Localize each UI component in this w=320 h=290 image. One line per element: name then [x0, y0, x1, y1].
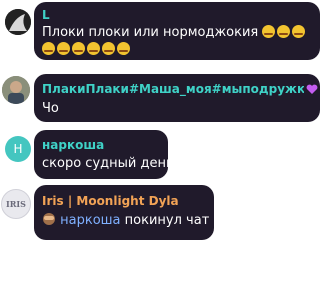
avatar[interactable]: Н	[5, 136, 31, 162]
emoji-icon	[277, 25, 291, 38]
sender-name[interactable]: Iris | Moonlight Dyla	[42, 193, 179, 209]
message-text: скоро судный день	[42, 156, 174, 171]
message-bubble: ПлакиПлаки#Маша_моя#мыподружк... Чо	[34, 74, 320, 122]
message-text: Чо	[42, 101, 59, 116]
avatar[interactable]: IRIS	[1, 189, 31, 219]
avatar-text: IRIS	[6, 199, 26, 209]
emoji-icon	[117, 42, 130, 55]
avatar[interactable]	[2, 76, 30, 104]
avatar-image	[5, 9, 31, 35]
avatar[interactable]	[5, 9, 31, 35]
sender-name[interactable]: ПлакиПлаки#Маша_моя#мыподружк...	[42, 81, 304, 97]
emoji-row	[42, 40, 132, 60]
emoji-icon	[42, 42, 55, 55]
message-text-content: Плоки плоки или нормоджокия	[42, 25, 259, 40]
emoji-icon	[57, 42, 70, 55]
emoji-icon	[87, 42, 100, 55]
message-text: наркоша покинул чат	[42, 211, 209, 231]
system-text: покинул чат	[124, 213, 210, 228]
emoji-icon	[292, 25, 306, 38]
see-no-evil-monkey-icon	[43, 213, 55, 225]
mentioned-user[interactable]: наркоша	[60, 213, 120, 228]
sender-name[interactable]: L	[42, 7, 50, 23]
sender-row: ПлакиПлаки#Маша_моя#мыподружк...	[42, 81, 318, 97]
message-bubble: наркоша скоро судный день	[34, 130, 174, 179]
emoji-icon	[102, 42, 115, 55]
message-bubble: L Плоки плоки или нормоджокия	[34, 2, 320, 60]
emoji-icon	[72, 42, 85, 55]
message-bubble: Iris | Moonlight Dyla наркоша покинул ча…	[34, 185, 214, 240]
avatar-image	[2, 76, 30, 104]
purple-heart-icon	[306, 84, 318, 94]
sender-name[interactable]: наркоша	[42, 137, 104, 153]
avatar-letter: Н	[13, 142, 23, 156]
emoji-icon	[262, 25, 276, 38]
